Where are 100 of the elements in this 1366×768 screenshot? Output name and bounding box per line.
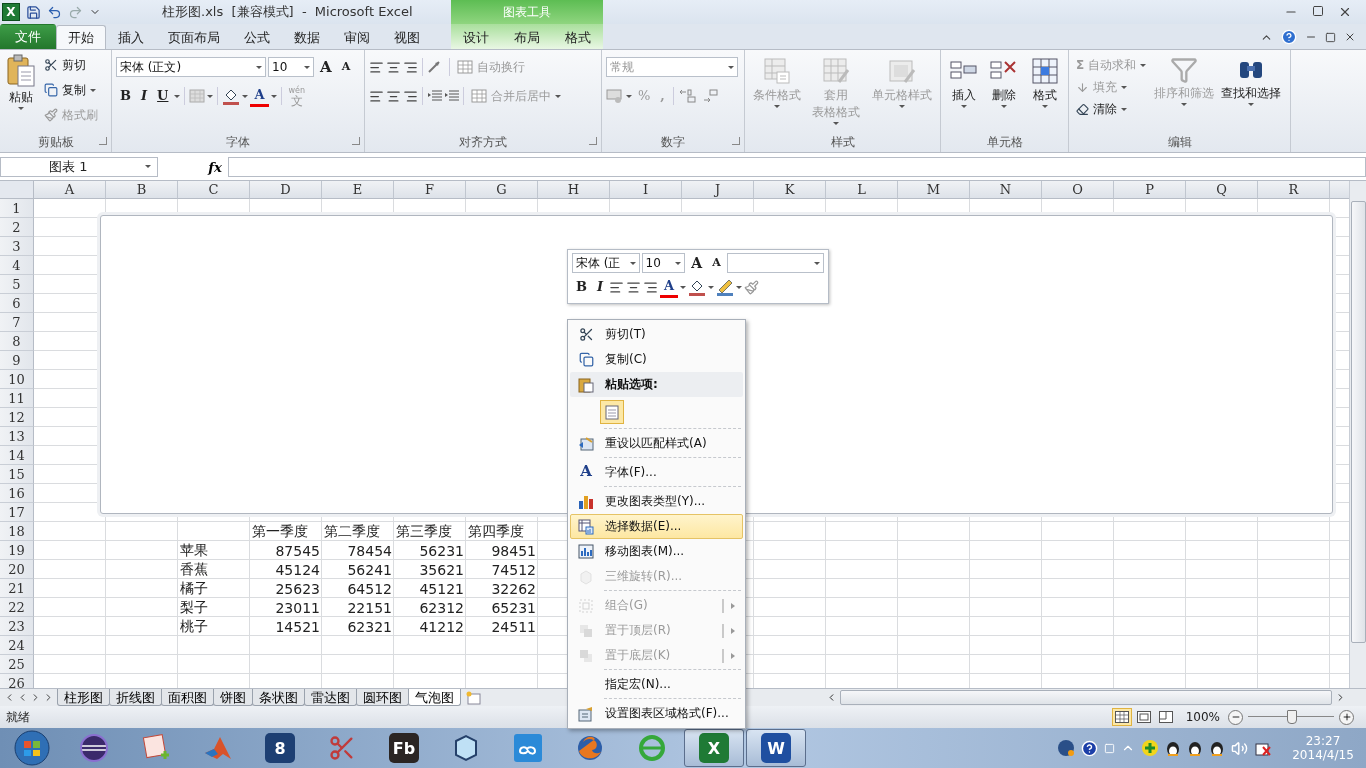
row-header[interactable]: 26	[0, 674, 34, 688]
volume-icon[interactable]	[1231, 739, 1248, 757]
launcher-icon[interactable]	[352, 137, 360, 145]
font-size-field[interactable]: 10	[268, 57, 314, 77]
menu-item[interactable]: 重设以匹配样式(A)	[570, 427, 743, 456]
font-color-button[interactable]: A	[660, 276, 679, 298]
taskbar-app[interactable]: 8	[250, 729, 310, 767]
menu-item[interactable]: 移动图表(M)...	[570, 539, 743, 564]
column-header[interactable]: G	[466, 181, 538, 199]
cut-button[interactable]: 剪切	[41, 54, 101, 76]
column-header[interactable]: R	[1258, 181, 1330, 199]
bold-button[interactable]: B	[116, 85, 135, 107]
sheet-tab[interactable]: 柱形图	[57, 689, 110, 706]
name-box[interactable]: 图表 1	[0, 156, 158, 177]
menu-item[interactable]: 设置图表区域格式(F)...	[570, 697, 743, 726]
sheet-tab[interactable]: 雷达图	[304, 689, 357, 706]
align-left-icon[interactable]	[369, 88, 384, 104]
column-header[interactable]: O	[1042, 181, 1114, 199]
increase-decimal-icon[interactable]	[677, 88, 698, 104]
ribbon-tab[interactable]: 插入	[106, 25, 156, 49]
row-header[interactable]: 6	[0, 294, 34, 313]
column-header[interactable]: Q	[1186, 181, 1258, 199]
column-header[interactable]: C	[178, 181, 250, 199]
zoom-thumb[interactable]	[1287, 710, 1297, 724]
launcher-icon[interactable]	[589, 137, 597, 145]
row-header[interactable]: 4	[0, 256, 34, 275]
italic-button[interactable]: I	[593, 276, 608, 298]
align-center-icon[interactable]	[386, 88, 401, 104]
bold-button[interactable]: B	[572, 276, 591, 298]
column-header[interactable]: F	[394, 181, 466, 199]
currency-icon[interactable]	[606, 88, 624, 104]
scroll-thumb[interactable]	[1350, 201, 1366, 643]
row-header[interactable]: 1	[0, 199, 34, 218]
redo-icon[interactable]	[68, 4, 83, 20]
align-right-icon[interactable]	[643, 279, 659, 295]
row-header[interactable]: 7	[0, 313, 34, 332]
restore-icon[interactable]	[1325, 31, 1336, 43]
row-header[interactable]: 18	[0, 522, 34, 541]
formula-field[interactable]	[228, 156, 1366, 177]
column-header[interactable]: P	[1114, 181, 1186, 199]
font-name-field[interactable]: 宋体 (正	[572, 253, 640, 273]
launcher-icon[interactable]	[732, 137, 740, 145]
row-header[interactable]: 10	[0, 370, 34, 389]
view-button[interactable]	[1111, 708, 1132, 726]
fill-bucket-icon[interactable]	[222, 87, 241, 105]
find-select-button[interactable]: 查找和选择	[1219, 54, 1284, 132]
ribbon-button[interactable]: 格式	[1028, 54, 1063, 132]
align-middle-icon[interactable]	[386, 59, 401, 75]
window-icon[interactable]	[1104, 742, 1115, 754]
ribbon-tab[interactable]: 审阅	[332, 25, 382, 49]
italic-button[interactable]: I	[137, 85, 152, 107]
sheet-tab[interactable]: 饼图	[213, 689, 253, 706]
clear-button[interactable]: 清除	[1073, 98, 1150, 120]
help-icon[interactable]	[1081, 739, 1098, 757]
sheet-tab[interactable]: 折线图	[109, 689, 162, 706]
column-header[interactable]: M	[898, 181, 970, 199]
restore-icon[interactable]	[1312, 5, 1324, 17]
ribbon-tab[interactable]: 布局	[501, 25, 553, 49]
align-right-icon[interactable]	[403, 88, 418, 104]
ribbon-button[interactable]: 插入	[946, 54, 981, 132]
sheet-tab[interactable]: 圆环图	[356, 689, 409, 706]
row-header[interactable]: 20	[0, 560, 34, 579]
row-header[interactable]: 5	[0, 275, 34, 294]
font-name-field[interactable]: 宋体 (正文)	[116, 57, 266, 77]
row-header[interactable]: 2	[0, 218, 34, 237]
column-header[interactable]: L	[826, 181, 898, 199]
menu-item[interactable]: 选择数据(E)...	[570, 514, 743, 539]
zoom-in-button[interactable]	[1339, 709, 1354, 725]
align-center-icon[interactable]	[626, 279, 642, 295]
grow-font-button[interactable]: A	[687, 252, 707, 274]
style-field[interactable]	[726, 253, 824, 273]
scroll-thumb[interactable]	[840, 690, 1332, 705]
pen-icon[interactable]	[716, 278, 735, 296]
help-icon[interactable]	[1281, 29, 1297, 45]
row-header[interactable]: 23	[0, 617, 34, 636]
row-header[interactable]: 9	[0, 351, 34, 370]
penguin-icon[interactable]	[1165, 739, 1181, 757]
sheet-tab[interactable]: 条状图	[252, 689, 305, 706]
row-header[interactable]: 12	[0, 408, 34, 427]
penguin-icon[interactable]	[1209, 739, 1225, 757]
align-bottom-icon[interactable]	[403, 59, 418, 75]
align-top-icon[interactable]	[369, 59, 384, 75]
column-header[interactable]: B	[106, 181, 178, 199]
row-header[interactable]: 16	[0, 484, 34, 503]
outdent-icon[interactable]	[427, 89, 442, 103]
underline-button[interactable]: U	[153, 85, 173, 107]
ribbon-tab[interactable]: 数据	[282, 25, 332, 49]
close-icon[interactable]	[1338, 5, 1352, 19]
penguin-icon[interactable]	[1187, 739, 1203, 757]
sheet-tab[interactable]: 气泡图	[408, 689, 461, 706]
ribbon-tab[interactable]: 公式	[232, 25, 282, 49]
ribbon-tab[interactable]: 设计	[451, 25, 502, 49]
ribbon-tab[interactable]: 格式	[552, 25, 603, 49]
ribbon-tab[interactable]: 视图	[382, 25, 432, 49]
font-color-button[interactable]: A	[250, 85, 269, 107]
close-icon[interactable]	[1344, 31, 1356, 43]
column-header[interactable]: J	[682, 181, 754, 199]
row-header[interactable]: 15	[0, 465, 34, 484]
ribbon-tab[interactable]: 文件	[0, 24, 56, 49]
row-header[interactable]: 22	[0, 598, 34, 617]
